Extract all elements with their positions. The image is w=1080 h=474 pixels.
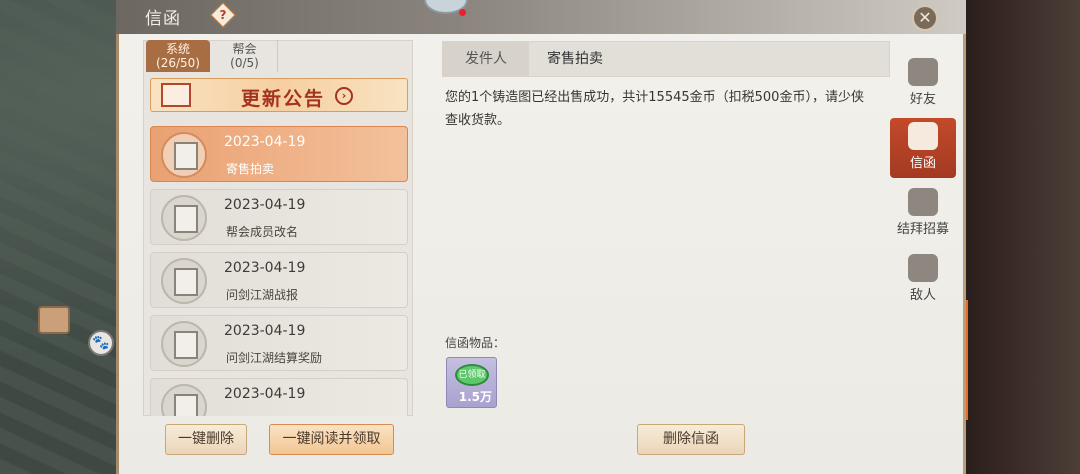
sworn-icon — [908, 188, 938, 216]
notification-dot — [459, 9, 466, 16]
system-mail-icon — [161, 321, 207, 367]
panel-title: 信函 — [145, 9, 181, 29]
side-nav: 好友 信函 结拜招募 敌人 — [890, 40, 958, 470]
delete-all-button[interactable]: 一键删除 — [165, 424, 247, 455]
mail-title: 寄售拍卖 — [226, 162, 275, 176]
mail-item[interactable]: 2023-04-19 帮会成员改名 — [150, 189, 408, 245]
mail-date: 2023-04-19 — [224, 134, 306, 150]
nav-item-sworn[interactable]: 结拜招募 — [890, 184, 956, 244]
delete-mail-button[interactable]: 删除信函 — [637, 424, 745, 455]
mail-date: 2023-04-19 — [224, 197, 306, 213]
mail-body: 您的1个铸造图已经出售成功，共计15545金币（扣税500金币），请少侠查收货款… — [445, 90, 864, 128]
paw-icon[interactable]: 🐾 — [88, 330, 114, 356]
mail-item[interactable]: 2023-04-19 寄售拍卖 — [150, 126, 408, 182]
nav-label-enemy: 敌人 — [909, 288, 936, 303]
scroll-icon — [161, 83, 191, 107]
nav-item-mail[interactable]: 信函 — [890, 118, 956, 178]
sender-bar: 发件人 寄售拍卖 — [442, 41, 890, 77]
mail-title: 帮会成员改名 — [226, 225, 299, 239]
sender-label: 发件人 — [443, 42, 529, 76]
mail-icon — [908, 122, 938, 150]
friends-icon — [908, 58, 938, 86]
tab-system-count: (26/50) — [156, 56, 200, 70]
right-decoration — [966, 0, 1080, 474]
read-all-claim-button[interactable]: 一键阅读并领取 — [269, 424, 394, 455]
sender-name: 寄售拍卖 — [547, 51, 603, 67]
tab-guild[interactable]: 帮会 (0/5) — [212, 40, 278, 72]
nav-label-friends: 好友 — [909, 92, 936, 107]
tab-system-label: 系统 — [165, 42, 190, 56]
system-mail-icon — [161, 258, 207, 304]
close-button[interactable]: ✕ — [912, 5, 938, 31]
pet-icon[interactable] — [38, 306, 70, 334]
mail-date: 2023-04-19 — [224, 260, 306, 276]
mail-list[interactable]: 2023-04-19 寄售拍卖 2023-04-19 帮会成员改名 2023-0… — [150, 126, 410, 416]
mail-date: 2023-04-19 — [224, 386, 306, 402]
nav-label-mail: 信函 — [909, 156, 936, 171]
mail-item[interactable]: 2023-04-19 问剑江湖战报 — [150, 252, 408, 308]
nav-item-friends[interactable]: 好友 — [890, 54, 956, 114]
nav-label-sworn: 结拜招募 — [896, 222, 949, 237]
attachments-label: 信函物品： — [445, 336, 506, 350]
mail-item[interactable]: 2023-04-19 问剑江湖结算奖励 — [150, 315, 408, 371]
mail-item[interactable]: 2023-04-19 — [150, 378, 408, 416]
attachment-item[interactable]: 已领取 1.5万 — [446, 357, 497, 408]
mail-title: 问剑江湖战报 — [226, 288, 299, 302]
announcement-label: 更新公告 — [241, 88, 326, 110]
system-mail-icon — [161, 195, 207, 241]
panel-header — [116, 0, 966, 34]
system-mail-icon — [161, 132, 207, 178]
tab-guild-count: (0/5) — [230, 56, 259, 70]
claimed-badge: 已领取 — [455, 364, 489, 386]
update-announcement-banner[interactable]: 更新公告 › — [150, 78, 408, 112]
tab-guild-label: 帮会 — [232, 42, 257, 56]
system-mail-icon — [161, 384, 207, 416]
attachment-quantity: 1.5万 — [458, 390, 492, 404]
mail-title: 问剑江湖结算奖励 — [226, 351, 323, 365]
enemy-icon — [908, 254, 938, 282]
mail-date: 2023-04-19 — [224, 323, 306, 339]
nav-item-enemy[interactable]: 敌人 — [890, 250, 956, 310]
tab-system[interactable]: 系统 (26/50) — [146, 40, 210, 72]
arrow-right-icon: › — [335, 87, 353, 105]
